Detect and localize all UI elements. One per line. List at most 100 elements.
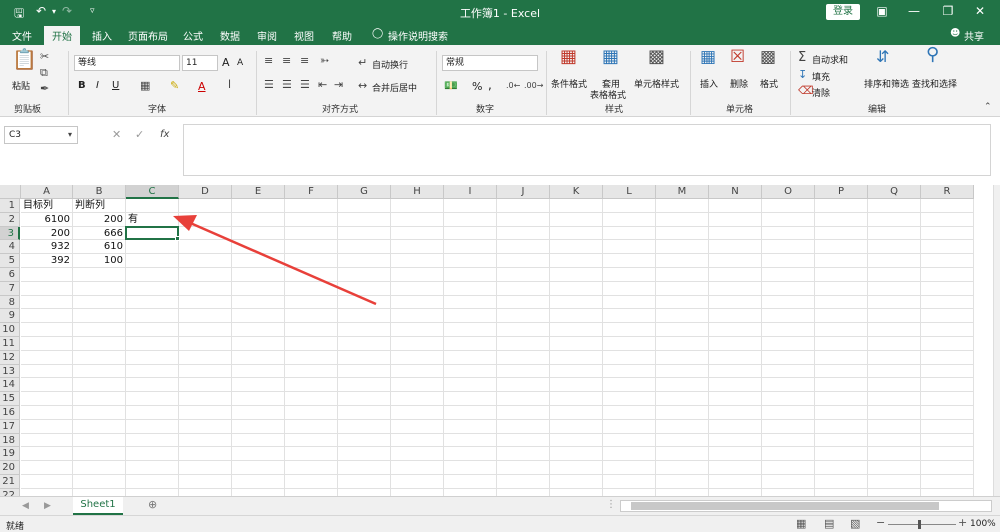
tell-me-search[interactable]: 操作说明搜索	[388, 28, 448, 43]
normal-view-icon[interactable]: ▦	[796, 518, 806, 530]
column-header[interactable]: L	[603, 185, 656, 199]
page-break-view-icon[interactable]: ▧	[850, 518, 860, 530]
shrink-font-icon[interactable]: A	[237, 58, 243, 68]
decrease-decimal-icon[interactable]: .00→	[524, 80, 543, 92]
clear-button[interactable]: 清除	[812, 86, 830, 99]
collapse-ribbon-icon[interactable]: ⌃	[984, 101, 992, 113]
cancel-icon[interactable]: ✕	[112, 129, 121, 141]
row-header[interactable]: 1	[0, 199, 20, 213]
align-bottom-icon[interactable]: ≡	[300, 55, 309, 67]
column-header[interactable]: J	[497, 185, 550, 199]
format-as-table-label-2[interactable]: 表格格式	[590, 88, 626, 101]
minimize-icon[interactable]: —	[904, 4, 924, 18]
merge-center-button[interactable]: 合并后居中	[372, 81, 417, 94]
font-name-select[interactable]: 等线	[74, 55, 180, 71]
horizontal-scrollbar[interactable]	[620, 500, 992, 512]
zoom-slider[interactable]	[888, 520, 956, 529]
split-handle-icon[interactable]: ⋮	[606, 499, 616, 511]
tab-help[interactable]: 帮助	[332, 28, 352, 43]
row-header[interactable]: 21	[0, 475, 20, 489]
align-center-icon[interactable]: ☰	[282, 79, 292, 91]
currency-icon[interactable]: 💵	[444, 80, 458, 92]
cell-a5[interactable]: 392	[23, 254, 70, 267]
cell-b4[interactable]: 610	[75, 240, 123, 253]
enter-icon[interactable]: ✓	[135, 129, 144, 141]
comma-button[interactable]: ,	[488, 78, 492, 92]
column-header[interactable]: O	[762, 185, 815, 199]
column-header[interactable]: M	[656, 185, 709, 199]
orientation-icon[interactable]: ➳	[320, 55, 329, 67]
column-header[interactable]: N	[709, 185, 762, 199]
paste-icon[interactable]: 📋	[12, 49, 37, 69]
column-header[interactable]: Q	[868, 185, 921, 199]
tab-view[interactable]: 视图	[294, 28, 314, 43]
vertical-scrollbar[interactable]	[993, 185, 1000, 496]
column-header[interactable]: H	[391, 185, 444, 199]
row-header[interactable]: 10	[0, 323, 20, 337]
insert-function-icon[interactable]: fx	[160, 129, 169, 140]
delete-cells-button[interactable]: 删除	[730, 77, 748, 90]
tab-home[interactable]: 开始	[44, 26, 80, 45]
align-middle-icon[interactable]: ≡	[282, 55, 291, 67]
name-box-dropdown-icon[interactable]: ▾	[68, 129, 72, 141]
column-header[interactable]: R	[921, 185, 974, 199]
row-header[interactable]: 9	[0, 309, 20, 324]
column-header[interactable]: I	[444, 185, 497, 199]
tab-formulas[interactable]: 公式	[183, 28, 203, 43]
row-header[interactable]: 7	[0, 281, 20, 296]
name-box[interactable]: C3	[4, 126, 78, 144]
row-header[interactable]: 3	[0, 226, 20, 241]
insert-cells-button[interactable]: 插入	[700, 77, 718, 90]
autosum-button[interactable]: 自动求和	[812, 53, 848, 66]
row-header[interactable]: 18	[0, 433, 20, 448]
zoom-level[interactable]: 100%	[970, 519, 996, 529]
row-header[interactable]: 5	[0, 254, 20, 268]
row-header[interactable]: 22	[0, 488, 20, 496]
cell-a2[interactable]: 6100	[23, 213, 70, 226]
font-color-button[interactable]: A	[198, 80, 206, 93]
format-painter-icon[interactable]: ✒	[40, 83, 49, 95]
percent-button[interactable]: %	[472, 80, 482, 93]
borders-icon[interactable]: ▦	[140, 80, 150, 92]
tab-data[interactable]: 数据	[220, 28, 240, 43]
select-all-corner[interactable]	[0, 185, 21, 199]
fill-button[interactable]: 填充	[812, 70, 830, 83]
phonetic-icon[interactable]: ا	[228, 79, 231, 91]
cell-b2[interactable]: 200	[75, 213, 123, 226]
tab-page-layout[interactable]: 页面布局	[128, 28, 168, 43]
cell-c2[interactable]: 有	[128, 213, 176, 226]
paste-button[interactable]: 粘贴	[12, 79, 30, 92]
sort-filter-button[interactable]: 排序和筛选	[864, 77, 909, 90]
cell-b3[interactable]: 666	[75, 227, 123, 240]
add-sheet-icon[interactable]: ⊕	[148, 499, 157, 511]
row-header[interactable]: 11	[0, 337, 20, 351]
column-header[interactable]: C	[126, 185, 179, 199]
worksheet-grid[interactable]: A B C D E F G H I J K L M N O P Q R 1 2 3 4 5 6 7 8 9 10 11 12 13 14 15 1…	[0, 185, 993, 496]
row-header[interactable]: 2	[0, 212, 20, 227]
close-icon[interactable]: ✕	[970, 4, 990, 18]
copy-icon[interactable]: ⧉	[40, 67, 48, 79]
align-top-icon[interactable]: ≡	[264, 55, 273, 67]
cell-a3[interactable]: 200	[23, 227, 70, 240]
row-header[interactable]: 15	[0, 392, 20, 406]
grow-font-icon[interactable]: A	[222, 56, 230, 69]
ribbon-display-icon[interactable]: ▣	[872, 4, 892, 18]
cell-b5[interactable]: 100	[75, 254, 123, 267]
number-format-select[interactable]: 常规	[442, 55, 538, 71]
tab-review[interactable]: 审阅	[257, 28, 277, 43]
find-select-button[interactable]: 查找和选择	[912, 77, 957, 90]
row-header[interactable]: 8	[0, 295, 20, 310]
cell-a1[interactable]: 目标列	[23, 199, 70, 212]
cut-icon[interactable]: ✂	[40, 51, 49, 63]
row-header[interactable]: 12	[0, 350, 20, 365]
active-cell-selection[interactable]	[125, 225, 179, 241]
row-header[interactable]: 17	[0, 419, 20, 434]
row-header[interactable]: 19	[0, 447, 20, 462]
align-left-icon[interactable]: ☰	[264, 79, 274, 91]
row-header[interactable]: 20	[0, 461, 20, 475]
login-button[interactable]: 登录	[826, 4, 860, 20]
formula-input[interactable]	[183, 124, 991, 176]
row-header[interactable]: 14	[0, 378, 20, 393]
decrease-indent-icon[interactable]: ⇤	[318, 79, 327, 91]
align-right-icon[interactable]: ☰	[300, 79, 310, 91]
